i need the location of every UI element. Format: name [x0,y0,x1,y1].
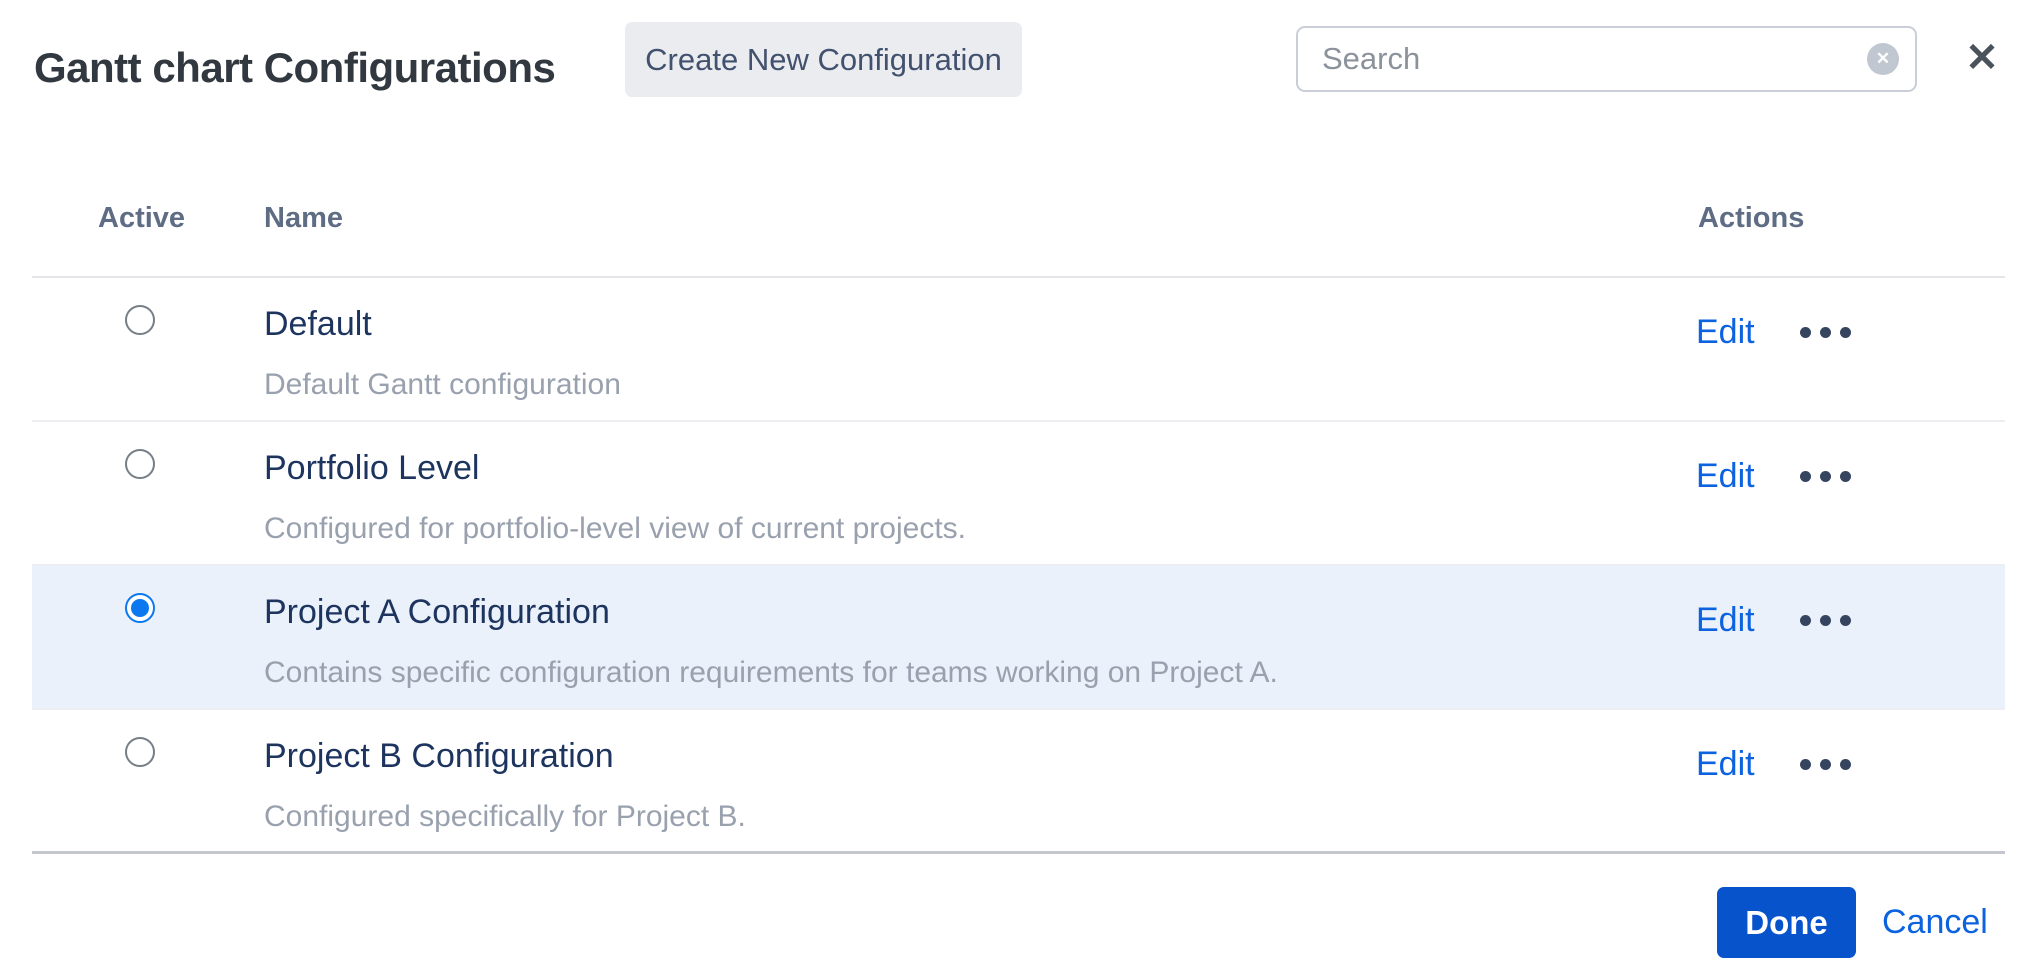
more-actions-icon[interactable] [1800,327,1851,338]
more-actions-icon[interactable] [1800,471,1851,482]
config-description: Configured specifically for Project B. [264,800,746,834]
config-name: Project A Configuration [264,592,610,632]
config-row-portfolio-level[interactable]: Portfolio Level Configured for portfolio… [32,422,2005,566]
edit-link[interactable]: Edit [1696,312,1755,352]
config-description: Configured for portfolio-level view of c… [264,512,966,546]
search-clear-icon[interactable]: ✕ [1867,43,1899,75]
done-button[interactable]: Done [1717,887,1856,958]
more-actions-icon[interactable] [1800,759,1851,770]
column-header-active: Active [98,202,185,235]
config-description: Default Gantt configuration [264,368,621,402]
create-configuration-button[interactable]: Create New Configuration [625,22,1022,97]
config-description: Contains specific configuration requirem… [264,656,1278,690]
config-name: Project B Configuration [264,736,614,776]
page-title: Gantt chart Configurations [34,44,555,92]
edit-link[interactable]: Edit [1696,456,1755,496]
search-box: ✕ [1296,26,1917,92]
table-header-row: Active Name Actions [32,150,2005,278]
config-name: Portfolio Level [264,448,479,488]
column-header-name: Name [264,202,343,235]
column-header-actions: Actions [1698,202,1804,235]
edit-link[interactable]: Edit [1696,600,1755,640]
config-row-project-b[interactable]: Project B Configuration Configured speci… [32,710,2005,854]
active-radio[interactable] [125,737,155,767]
edit-link[interactable]: Edit [1696,744,1755,784]
config-name: Default [264,304,372,344]
more-actions-icon[interactable] [1800,615,1851,626]
config-row-project-a[interactable]: Project A Configuration Contains specifi… [32,566,2005,710]
config-row-default[interactable]: Default Default Gantt configuration Edit [32,278,2005,422]
active-radio[interactable] [125,449,155,479]
search-input[interactable] [1298,28,1848,90]
cancel-link[interactable]: Cancel [1882,903,1988,942]
close-icon[interactable]: ✕ [1954,30,2010,86]
active-radio[interactable] [125,593,155,623]
configurations-table: Active Name Actions Default Default Gant… [32,150,2005,854]
active-radio[interactable] [125,305,155,335]
